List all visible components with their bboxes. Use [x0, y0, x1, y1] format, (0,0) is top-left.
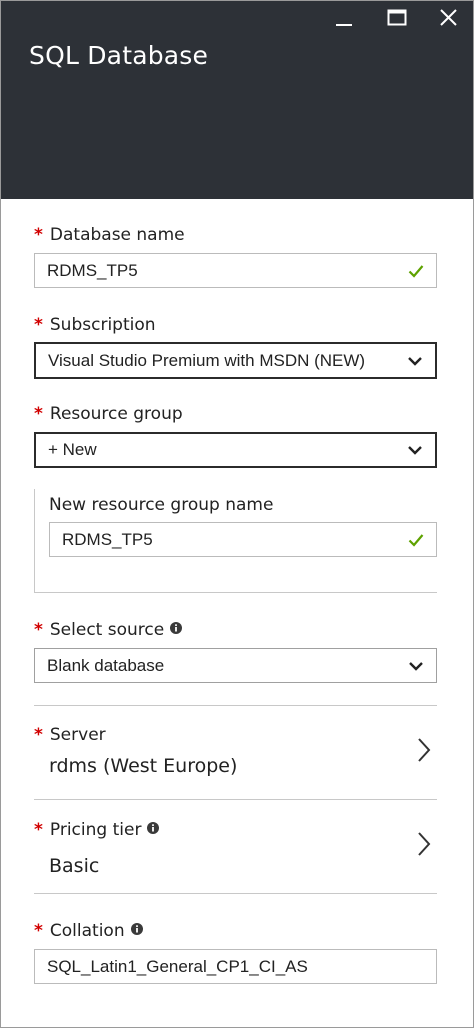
- subscription-dropdown[interactable]: Visual Studio Premium with MSDN (NEW): [34, 342, 437, 379]
- resource-group-label: * Resource group: [34, 404, 183, 424]
- new-resource-group-value: RDMS_TP5: [62, 529, 153, 549]
- pricing-tier-value: Basic: [49, 855, 100, 877]
- chevron-down-icon: [408, 356, 422, 366]
- server-label: * Server: [34, 725, 106, 745]
- required-marker: *: [34, 820, 43, 840]
- check-icon: [408, 533, 424, 547]
- pricing-tier-label: * Pricing tier: [34, 820, 160, 840]
- section-divider: [34, 893, 437, 894]
- close-icon[interactable]: [437, 7, 461, 29]
- required-marker: *: [34, 921, 43, 941]
- blade-title: SQL Database: [29, 41, 209, 70]
- new-resource-group-label: New resource group name: [49, 495, 274, 515]
- collation-value: SQL_Latin1_General_CP1_CI_AS: [47, 956, 308, 976]
- collation-input[interactable]: SQL_Latin1_General_CP1_CI_AS: [34, 949, 437, 984]
- chevron-down-icon: [408, 446, 422, 455]
- info-icon: [147, 822, 160, 834]
- chevron-down-icon: [409, 661, 423, 671]
- required-marker: *: [34, 315, 43, 335]
- maximize-icon[interactable]: [385, 7, 409, 29]
- database-name-label: * Database name: [34, 225, 185, 245]
- section-divider: [34, 705, 437, 706]
- section-divider: [34, 799, 437, 800]
- select-source-dropdown[interactable]: Blank database: [34, 648, 437, 683]
- subscription-value: Visual Studio Premium with MSDN (NEW): [48, 350, 366, 370]
- chevron-right-icon[interactable]: [416, 737, 432, 763]
- server-value: rdms (West Europe): [49, 755, 238, 777]
- required-marker: *: [34, 225, 43, 245]
- select-source-label: * Select source: [34, 620, 183, 640]
- required-marker: *: [34, 404, 43, 424]
- blade-content: * Database name RDMS_TP5 * Subscription Vi…: [1, 199, 473, 1027]
- subscription-label: * Subscription: [34, 315, 156, 335]
- required-marker: *: [34, 725, 43, 745]
- database-name-input[interactable]: RDMS_TP5: [34, 253, 437, 288]
- new-resource-group-input[interactable]: RDMS_TP5: [49, 522, 437, 557]
- collation-label: * Collation: [34, 921, 143, 941]
- info-icon: [170, 622, 183, 634]
- database-name-value: RDMS_TP5: [47, 260, 138, 280]
- resource-group-dropdown[interactable]: + New: [34, 432, 437, 468]
- required-marker: *: [34, 620, 43, 640]
- sql-database-blade: SQL Database * Database name RDMS_TP5 * Su…: [0, 0, 474, 1028]
- info-icon: [130, 923, 143, 935]
- blade-header: SQL Database: [1, 1, 473, 199]
- chevron-right-icon[interactable]: [416, 831, 432, 857]
- check-icon: [408, 264, 424, 278]
- select-source-value: Blank database: [47, 655, 165, 675]
- minimize-icon[interactable]: [332, 7, 356, 29]
- resource-group-value: + New: [48, 440, 97, 459]
